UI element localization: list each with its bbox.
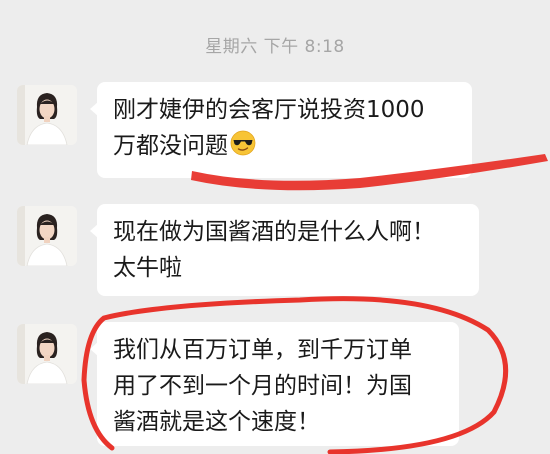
- message-bubble[interactable]: 现在做为国酱酒的是什么人啊！ 太牛啦: [90, 204, 479, 296]
- message-text-line: 用了不到一个月的时间！为国: [113, 373, 412, 399]
- chat-timestamp: 星期六 下午 8:18: [205, 37, 345, 57]
- message-bubble[interactable]: 刚才婕伊的会客厅说投资1000 万都没问题: [90, 82, 472, 178]
- avatar[interactable]: [17, 206, 77, 266]
- message-text-line: 刚才婕伊的会客厅说投资1000: [113, 97, 425, 123]
- message-text-line: 太牛啦: [113, 255, 182, 281]
- message-text-line: 现在做为国酱酒的是什么人啊！: [113, 219, 435, 245]
- message-text-line: 酱酒就是这个速度！: [113, 409, 320, 435]
- avatar[interactable]: [17, 85, 77, 145]
- avatar[interactable]: [17, 324, 77, 384]
- sunglasses-emoji-icon: [230, 130, 256, 167]
- message-text-line: 我们从百万订单，到千万订单: [113, 337, 412, 363]
- message-bubble[interactable]: 我们从百万订单，到千万订单 用了不到一个月的时间！为国 酱酒就是这个速度！: [90, 322, 459, 446]
- message-text-line-2: 万都没问题: [113, 133, 228, 159]
- message-text-line: 万都没问题: [113, 128, 456, 167]
